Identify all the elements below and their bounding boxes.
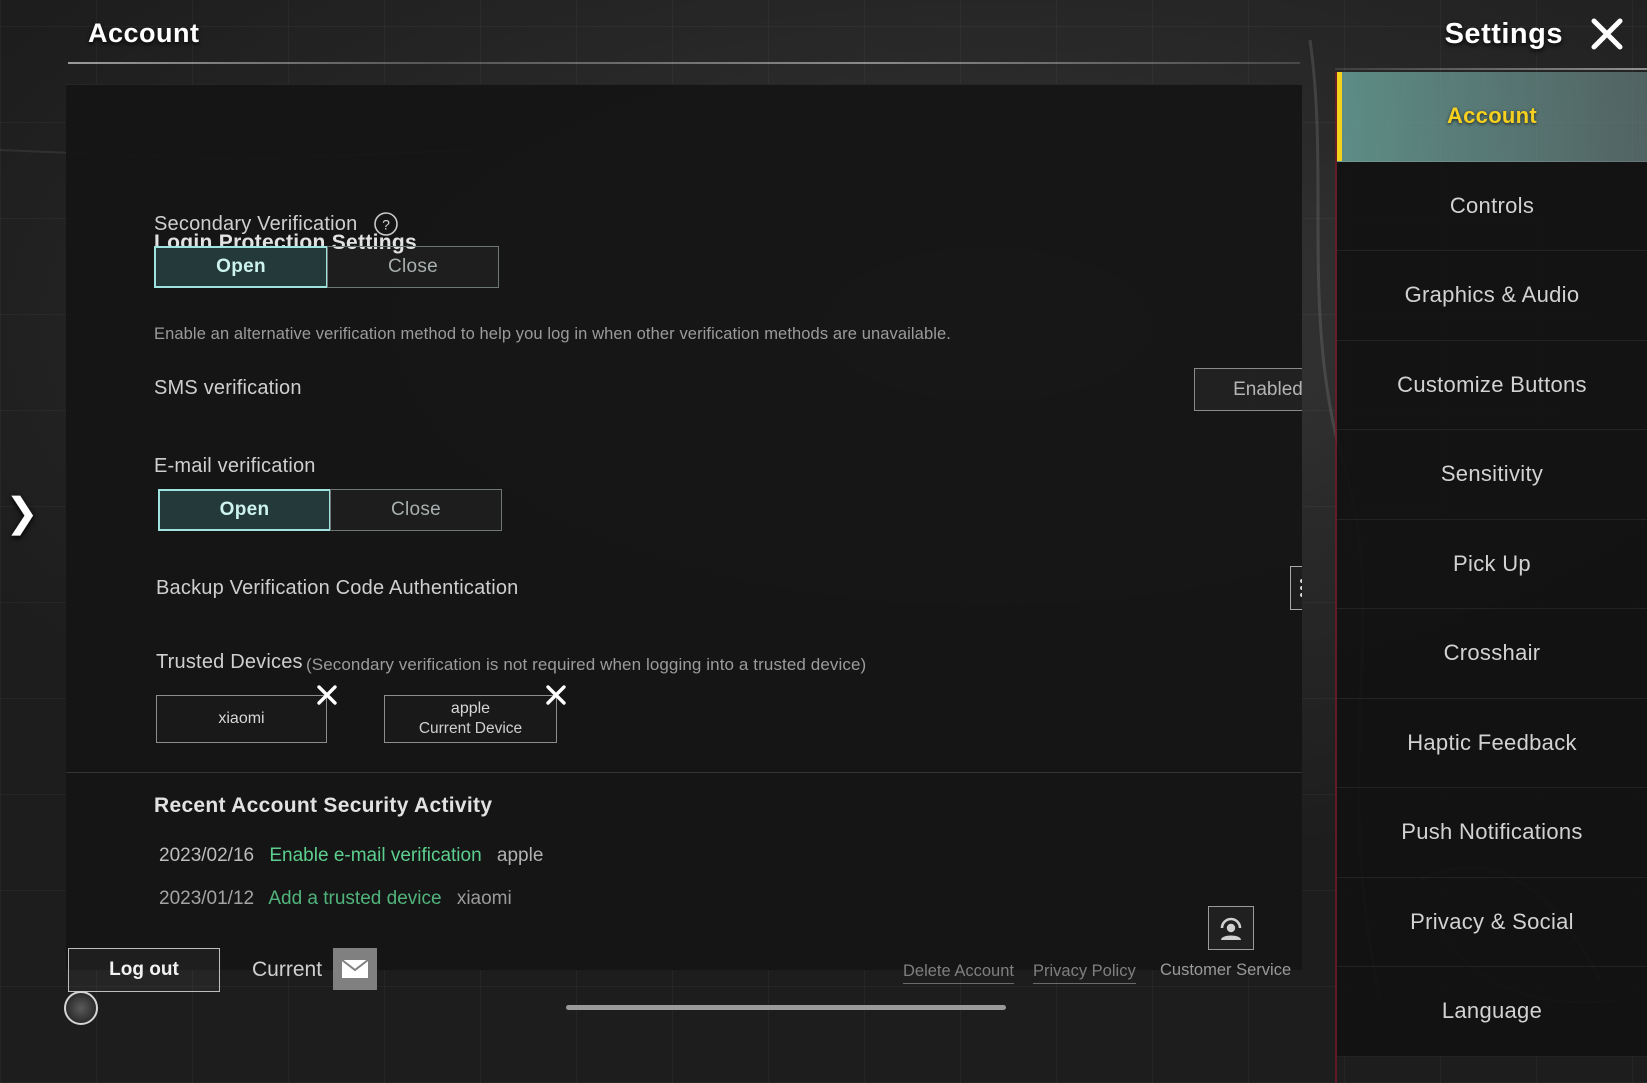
email-verification-toggle[interactable]: Open Close	[158, 489, 502, 531]
page-title: Account	[88, 18, 200, 48]
sidebar-item-language[interactable]: Language	[1337, 967, 1647, 1057]
sidebar-item-label: Pick Up	[1453, 550, 1531, 576]
sidebar-item-label: Push Notifications	[1401, 819, 1583, 845]
svg-text:?: ?	[382, 217, 390, 233]
current-account-label: Current	[252, 958, 323, 981]
activity-date: 2023/01/12	[159, 888, 255, 909]
activity-row: 2023/02/16 Enable e-mail verification ap…	[159, 845, 543, 867]
sms-enabled-button[interactable]: Enabled	[1194, 368, 1302, 411]
remove-trusted-device-button[interactable]	[314, 682, 340, 708]
trusted-device-chip[interactable]: xiaomi	[156, 695, 327, 743]
delete-account-link[interactable]: Delete Account	[903, 962, 1014, 984]
sidebar-item-sensitivity[interactable]: Sensitivity	[1337, 430, 1647, 520]
trusted-device-chip[interactable]: apple Current Device	[384, 695, 557, 743]
remove-trusted-device-button[interactable]	[543, 682, 569, 708]
sms-verification-label: SMS verification	[154, 377, 302, 399]
activity-device: xiaomi	[456, 888, 512, 909]
close-x-icon[interactable]	[1585, 12, 1629, 56]
sidebar-item-controls[interactable]: Controls	[1337, 161, 1647, 251]
sidebar-divider	[1335, 68, 1647, 70]
email-verification-close-button[interactable]: Close	[330, 489, 502, 531]
mail-account-button[interactable]	[333, 948, 377, 990]
sidebar-item-pick-up[interactable]: Pick Up	[1337, 519, 1647, 609]
sidebar-item-label: Account	[1446, 103, 1538, 129]
sidebar-item-haptic-feedback[interactable]: Haptic Feedback	[1337, 698, 1647, 788]
email-verification-open-button[interactable]: Open	[158, 489, 331, 531]
sidebar-item-label: Sensitivity	[1440, 461, 1544, 487]
customer-service-button[interactable]	[1208, 906, 1254, 950]
settings-title: Settings	[1444, 17, 1563, 50]
trusted-device-current-tag: Current Device	[418, 720, 523, 738]
sidebar-item-graphics-audio[interactable]: Graphics & Audio	[1337, 251, 1647, 341]
settings-sidebar: Settings Account Controls Graphics & Aud…	[1335, 0, 1647, 1083]
activity-row: 2023/01/12 Add a trusted device xiaomi	[159, 888, 512, 910]
backup-code-label: Backup Verification Code Authentication	[156, 577, 519, 599]
activity-action: Enable e-mail verification	[269, 845, 482, 866]
settings-header: Settings	[1335, 0, 1647, 68]
backup-code-list-button[interactable]	[1290, 566, 1302, 610]
sidebar-item-push-notifications[interactable]: Push Notifications	[1337, 788, 1647, 878]
bottom-bar: Log out Current Delete Account Privacy P…	[0, 906, 1336, 1083]
logout-button[interactable]: Log out	[68, 948, 220, 992]
secondary-verification-toggle[interactable]: Open Close	[154, 246, 499, 288]
help-question-icon[interactable]: ?	[373, 211, 399, 242]
sidebar-item-label: Customize Buttons	[1397, 371, 1587, 397]
sidebar-item-label: Controls	[1449, 192, 1535, 218]
customer-service-label[interactable]: Customer Service	[1160, 961, 1291, 980]
trusted-devices-note: (Secondary verification is not required …	[306, 655, 867, 674]
secondary-verification-label: Secondary Verification	[154, 213, 358, 235]
activity-action: Add a trusted device	[268, 888, 442, 909]
activity-divider	[66, 772, 1302, 773]
trusted-devices-label: Trusted Devices	[156, 651, 303, 673]
headset-agent-icon	[1220, 917, 1242, 940]
sidebar-item-label: Haptic Feedback	[1407, 729, 1577, 755]
sidebar-item-list: Account Controls Graphics & Audio Custom…	[1335, 72, 1647, 1083]
sidebar-item-label: Language	[1441, 998, 1543, 1024]
secondary-verification-close-button[interactable]: Close	[327, 246, 499, 288]
sidebar-item-crosshair[interactable]: Crosshair	[1337, 609, 1647, 699]
account-content-panel: Login Protection Settings Secondary Veri…	[66, 84, 1302, 970]
activity-device: apple	[496, 845, 544, 866]
crosshair-badge-icon	[64, 991, 98, 1025]
horizontal-scrollbar[interactable]	[566, 1005, 1006, 1010]
title-divider	[68, 62, 1300, 64]
sidebar-item-privacy-social[interactable]: Privacy & Social	[1337, 877, 1647, 967]
activity-date: 2023/02/16	[159, 845, 255, 866]
sidebar-item-label: Crosshair	[1443, 640, 1541, 666]
sidebar-item-account[interactable]: Account	[1337, 72, 1647, 162]
sidebar-item-customize-buttons[interactable]: Customize Buttons	[1337, 340, 1647, 430]
sidebar-item-label: Graphics & Audio	[1404, 282, 1580, 308]
trusted-device-name: apple	[450, 700, 491, 718]
secondary-verification-description: Enable an alternative verification metho…	[154, 325, 951, 343]
email-verification-label: E-mail verification	[154, 455, 316, 477]
list-icon	[1300, 579, 1302, 597]
trusted-device-name: xiaomi	[218, 710, 265, 727]
chevron-right-icon[interactable]: ❯	[4, 483, 40, 543]
recent-activity-title: Recent Account Security Activity	[154, 794, 493, 817]
privacy-policy-link[interactable]: Privacy Policy	[1033, 962, 1136, 984]
sidebar-item-label: Privacy & Social	[1410, 908, 1574, 934]
secondary-verification-open-button[interactable]: Open	[154, 246, 328, 288]
envelope-icon	[341, 959, 369, 978]
